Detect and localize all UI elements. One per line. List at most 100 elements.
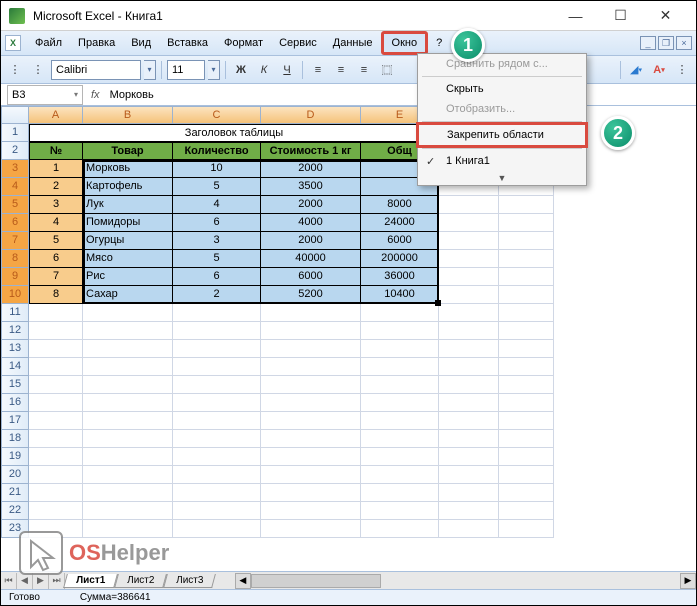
menu-view[interactable]: Вид xyxy=(123,34,159,52)
cell[interactable] xyxy=(439,520,499,538)
cell[interactable] xyxy=(361,448,439,466)
cell[interactable] xyxy=(439,412,499,430)
cell[interactable] xyxy=(261,412,361,430)
menu-file[interactable]: Файл xyxy=(27,34,70,52)
row-header-13[interactable]: 13 xyxy=(1,340,29,358)
cell[interactable] xyxy=(361,394,439,412)
cell[interactable] xyxy=(261,520,361,538)
cell[interactable] xyxy=(173,322,261,340)
data-cell-price[interactable]: 40000 xyxy=(261,250,361,268)
cell[interactable] xyxy=(499,322,554,340)
cell[interactable] xyxy=(499,412,554,430)
data-cell-qty[interactable]: 2 xyxy=(173,286,261,304)
cell[interactable] xyxy=(29,322,83,340)
font-color-icon[interactable]: A▾ xyxy=(649,60,669,80)
cell[interactable] xyxy=(173,340,261,358)
cell[interactable] xyxy=(499,196,554,214)
menu-help[interactable]: ? xyxy=(428,34,450,52)
data-cell-no[interactable]: 5 xyxy=(29,232,83,250)
close-button[interactable]: ✕ xyxy=(643,2,688,30)
cell[interactable] xyxy=(361,322,439,340)
row-header-15[interactable]: 15 xyxy=(1,376,29,394)
column-header-A[interactable]: A xyxy=(29,106,83,124)
row-header-11[interactable]: 11 xyxy=(1,304,29,322)
data-cell-product[interactable]: Сахар xyxy=(83,286,173,304)
data-cell-no[interactable]: 6 xyxy=(29,250,83,268)
sheet-tab-2[interactable]: Лист2 xyxy=(114,574,167,588)
data-cell-product[interactable]: Помидоры xyxy=(83,214,173,232)
cell[interactable] xyxy=(173,394,261,412)
font-name-selector[interactable]: Calibri xyxy=(51,60,141,80)
cell[interactable] xyxy=(261,448,361,466)
cell[interactable] xyxy=(499,376,554,394)
row-header-21[interactable]: 21 xyxy=(1,484,29,502)
spreadsheet-grid[interactable]: ABCDEFG 1Заголовок таблицы2№ТоварКоличес… xyxy=(1,106,696,573)
cell[interactable] xyxy=(439,250,499,268)
row-header-14[interactable]: 14 xyxy=(1,358,29,376)
data-cell-no[interactable]: 2 xyxy=(29,178,83,196)
cell[interactable] xyxy=(29,358,83,376)
cell[interactable] xyxy=(83,340,173,358)
horizontal-scrollbar[interactable]: ◀ ▶ xyxy=(235,573,696,589)
fill-color-icon[interactable]: ◢▾ xyxy=(626,60,646,80)
cell[interactable] xyxy=(439,448,499,466)
row-header-17[interactable]: 17 xyxy=(1,412,29,430)
cell[interactable] xyxy=(499,484,554,502)
data-cell-qty[interactable]: 10 xyxy=(173,160,261,178)
menu-service[interactable]: Сервис xyxy=(271,34,325,52)
cell[interactable] xyxy=(499,286,554,304)
cell[interactable] xyxy=(499,448,554,466)
row-header-10[interactable]: 10 xyxy=(1,286,29,304)
formula-input[interactable]: Морковь xyxy=(106,89,696,101)
cell[interactable] xyxy=(261,502,361,520)
row-header-7[interactable]: 7 xyxy=(1,232,29,250)
data-cell-price[interactable]: 6000 xyxy=(261,268,361,286)
cell[interactable] xyxy=(83,466,173,484)
excel-doc-icon[interactable]: X xyxy=(5,35,21,51)
cell[interactable] xyxy=(261,394,361,412)
cell[interactable] xyxy=(173,430,261,448)
cell[interactable] xyxy=(261,430,361,448)
cell[interactable] xyxy=(439,394,499,412)
cell[interactable] xyxy=(361,484,439,502)
scroll-left-icon[interactable]: ◀ xyxy=(235,573,251,589)
toolbar-options-icon[interactable]: ⋮ xyxy=(672,60,692,80)
data-cell-no[interactable]: 4 xyxy=(29,214,83,232)
cell[interactable] xyxy=(439,430,499,448)
cell[interactable] xyxy=(361,358,439,376)
cell[interactable] xyxy=(361,502,439,520)
data-cell-product[interactable]: Морковь xyxy=(83,160,173,178)
data-cell-product[interactable]: Лук xyxy=(83,196,173,214)
cell[interactable] xyxy=(361,466,439,484)
cell[interactable] xyxy=(499,304,554,322)
cell[interactable] xyxy=(173,304,261,322)
table-title-cell[interactable]: Заголовок таблицы xyxy=(29,124,439,142)
maximize-button[interactable]: ☐ xyxy=(598,2,643,30)
cell[interactable] xyxy=(83,394,173,412)
data-cell-no[interactable]: 8 xyxy=(29,286,83,304)
cell[interactable] xyxy=(173,466,261,484)
cell[interactable] xyxy=(29,412,83,430)
cell[interactable] xyxy=(499,466,554,484)
cell[interactable] xyxy=(499,232,554,250)
cell[interactable] xyxy=(261,358,361,376)
row-header-20[interactable]: 20 xyxy=(1,466,29,484)
cell[interactable] xyxy=(439,358,499,376)
data-cell-total[interactable]: 24000 xyxy=(361,214,439,232)
mdi-minimize[interactable]: _ xyxy=(640,36,656,50)
data-cell-qty[interactable]: 5 xyxy=(173,178,261,196)
cell[interactable] xyxy=(499,340,554,358)
cell[interactable] xyxy=(83,358,173,376)
row-header-8[interactable]: 8 xyxy=(1,250,29,268)
chevron-down-icon[interactable]: ▾ xyxy=(74,90,78,99)
column-header-B[interactable]: B xyxy=(83,106,173,124)
mdi-restore[interactable]: ❐ xyxy=(658,36,674,50)
cell[interactable] xyxy=(439,376,499,394)
row-header-16[interactable]: 16 xyxy=(1,394,29,412)
cell[interactable] xyxy=(173,358,261,376)
cell[interactable] xyxy=(173,484,261,502)
name-box[interactable]: B3 ▾ xyxy=(7,85,83,105)
mdi-close[interactable]: × xyxy=(676,36,692,50)
bold-button[interactable]: Ж xyxy=(231,60,251,80)
cell[interactable] xyxy=(29,502,83,520)
